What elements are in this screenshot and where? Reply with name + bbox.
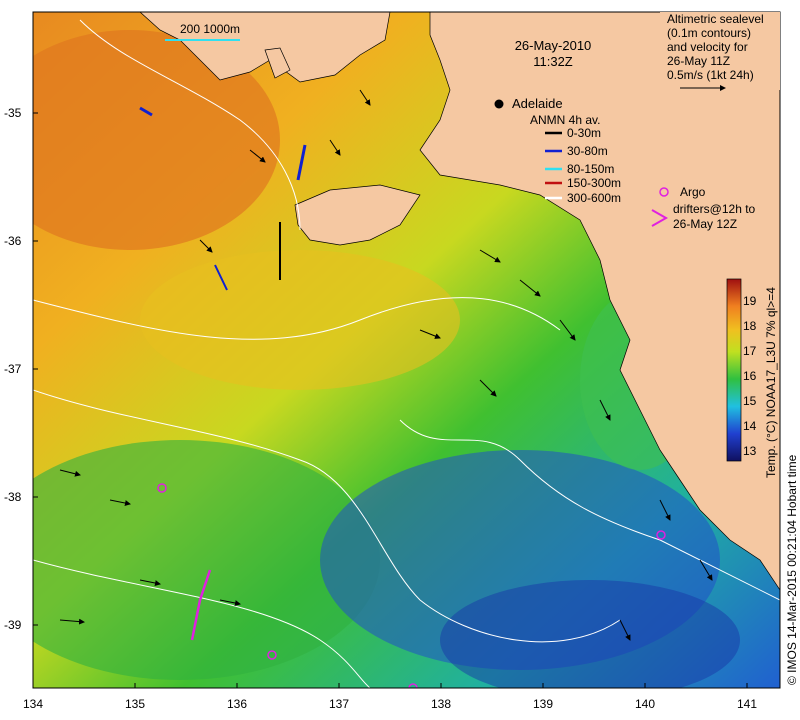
scale-bar-label: 200 1000m — [180, 22, 240, 36]
warm-water-region — [140, 250, 460, 390]
colorbar-tick-label: 16 — [743, 369, 757, 383]
x-tick-label: 134 — [23, 697, 43, 711]
y-tick-label: -37 — [4, 362, 22, 376]
colorbar-title: Temp. (°C) NOAA17_L3U 7% ql>=4 — [764, 287, 778, 478]
colorbar-tick-label: 15 — [743, 394, 757, 408]
colorbar-gradient — [726, 278, 742, 462]
cold-water-region — [440, 580, 740, 688]
colorbar-tick-label: 19 — [743, 294, 757, 308]
altimetry-note-line: and velocity for — [667, 40, 748, 54]
credit-text: © IMOS 14-Mar-2015 00:21:04 Hobart time — [785, 454, 799, 685]
x-tick-label: 141 — [737, 697, 757, 711]
x-tick-label: 135 — [125, 697, 145, 711]
x-tick-label: 136 — [227, 697, 247, 711]
anmn-legend-item: 30-80m — [567, 144, 608, 158]
y-tick-label: -39 — [4, 618, 22, 632]
anmn-legend-title: ANMN 4h av. — [530, 113, 600, 127]
colorbar-tick-label: 13 — [743, 444, 757, 458]
x-tick-label: 138 — [431, 697, 451, 711]
sst-map-figure: 134 135 136 137 138 139 140 141 -35 -36 … — [4, 11, 799, 711]
argo-legend-text: 26-May 12Z — [673, 217, 737, 231]
colorbar-tick-label: 18 — [743, 319, 757, 333]
adelaide-marker — [494, 99, 504, 109]
x-tick-label: 140 — [635, 697, 655, 711]
colorbar-tick-label: 14 — [743, 419, 757, 433]
altimetry-note-line: 26-May 11Z — [667, 54, 730, 68]
y-tick-label: -35 — [4, 106, 22, 120]
y-tick-label: -38 — [4, 490, 22, 504]
map-time: 11:32Z — [533, 54, 573, 69]
anmn-legend-item: 80-150m — [567, 162, 614, 176]
argo-legend-text: drifters@12h to — [673, 202, 756, 216]
anmn-legend-item: 300-600m — [567, 191, 621, 205]
y-tick-label: -36 — [4, 234, 22, 248]
anmn-legend-item: 150-300m — [567, 176, 621, 190]
colorbar-tick-label: 17 — [743, 344, 757, 358]
altimetry-note-line: Altimetric sealevel — [667, 12, 764, 26]
argo-legend-text: Argo — [680, 185, 706, 199]
anmn-legend-item: 0-30m — [567, 126, 601, 140]
altimetry-note-line: 0.5m/s (1kt 24h) — [667, 68, 754, 82]
adelaide-label: Adelaide — [512, 96, 563, 111]
x-tick-label: 139 — [533, 697, 553, 711]
altimetry-note-line: (0.1m contours) — [667, 26, 751, 40]
x-tick-label: 137 — [329, 697, 349, 711]
map-date: 26-May-2010 — [515, 38, 592, 53]
